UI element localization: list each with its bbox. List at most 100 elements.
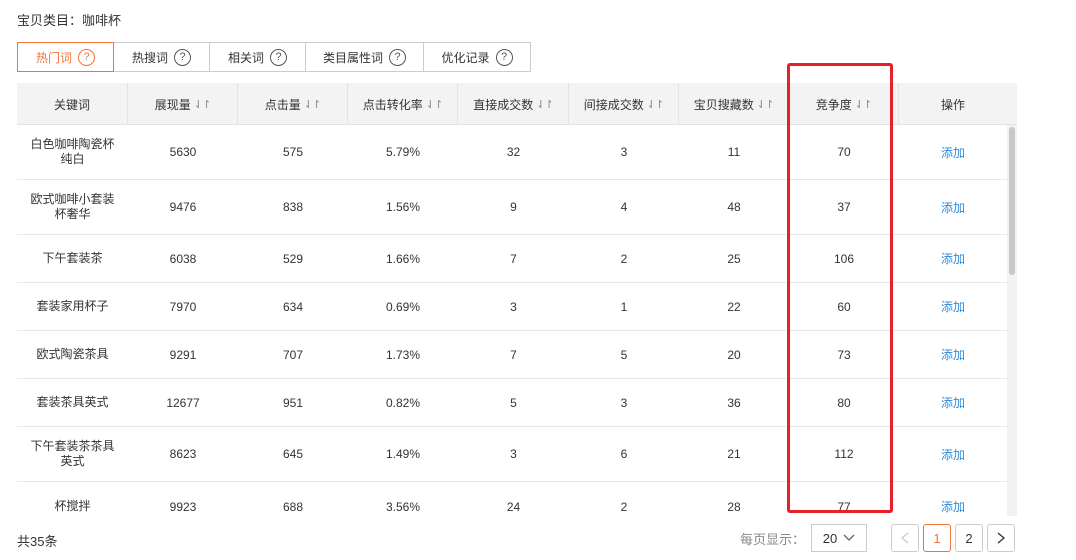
per-page-value: 20 — [822, 530, 838, 546]
column-header-label: 间接成交数 — [583, 97, 644, 112]
table-row: 下午套装茶 6038 529 1.66% 7 2 25 106 添加 — [17, 235, 1007, 283]
cell-keyword: 欧式陶瓷茶具 — [36, 347, 109, 361]
add-keyword-link[interactable]: 添加 — [941, 346, 965, 363]
add-keyword-link[interactable]: 添加 — [941, 199, 965, 216]
cell-direct-deals: 7 — [510, 251, 517, 266]
cell-clicks: 838 — [282, 200, 304, 214]
cell-direct-deals: 24 — [506, 499, 521, 514]
column-header-label: 直接成交数 — [473, 97, 534, 112]
add-keyword-link[interactable]: 添加 — [941, 446, 965, 463]
cell-direct-deals: 3 — [510, 447, 517, 461]
column-header-clicks[interactable]: 点击量 ⇃↾ — [238, 83, 348, 125]
cell-impressions: 9291 — [169, 347, 197, 362]
sort-icon[interactable]: ⇃↾ — [647, 98, 664, 111]
table-row: 套装家用杯子 7970 634 0.69% 3 1 22 60 添加 — [17, 283, 1007, 331]
cell-direct-deals: 5 — [510, 395, 517, 410]
cell-favorites: 21 — [727, 447, 741, 461]
tab-category-attribute-words[interactable]: 类目属性词 ? — [306, 42, 424, 72]
cell-action: 添加 — [899, 427, 1007, 481]
sort-icon[interactable]: ⇃↾ — [304, 98, 321, 111]
cell-competition: 70 — [837, 145, 851, 159]
column-header-keyword: 关键词 — [17, 83, 128, 125]
table-row: 欧式咖啡小套装杯奢华 9476 838 1.56% 9 4 48 37 添加 — [17, 180, 1007, 235]
add-keyword-link[interactable]: 添加 — [941, 298, 965, 315]
tab-bar: 热门词 ? 热搜词 ? 相关词 ? 类目属性词 ? 优化记录 ? — [17, 42, 531, 72]
help-icon[interactable]: ? — [389, 48, 406, 66]
cell-action: 添加 — [899, 331, 1007, 378]
tab-label: 热搜词 — [131, 50, 168, 65]
cell-favorites: 25 — [727, 251, 741, 266]
cell-ctr: 0.69% — [385, 299, 421, 314]
cell-keyword: 下午套装茶茶具英式 — [30, 439, 115, 468]
add-keyword-link[interactable]: 添加 — [941, 250, 965, 267]
add-keyword-link[interactable]: 添加 — [941, 394, 965, 411]
column-header-competition[interactable]: 竞争度 ⇃↾ — [789, 83, 899, 125]
cell-favorites: 22 — [727, 299, 741, 314]
sort-icon[interactable]: ⇃↾ — [757, 98, 774, 111]
vertical-scrollbar[interactable] — [1007, 125, 1017, 516]
tab-label: 相关词 — [227, 50, 264, 65]
help-icon[interactable]: ? — [270, 48, 287, 66]
cell-indirect-deals: 2 — [620, 499, 628, 514]
column-header-label: 宝贝搜藏数 — [693, 97, 754, 112]
cell-clicks: 688 — [282, 499, 304, 514]
tab-label: 类目属性词 — [322, 50, 383, 65]
add-keyword-link[interactable]: 添加 — [941, 144, 965, 161]
help-icon[interactable]: ? — [78, 48, 95, 66]
keyword-table: 关键词 展现量 ⇃↾ 点击量 ⇃↾ 点击转化率 ⇃↾ 直接成交数 ⇃↾ 间接成交数 ⇃↾ 宝贝搜藏数 ⇃… — [17, 83, 1017, 516]
tab-optimization-log[interactable]: 优化记录 ? — [424, 42, 531, 72]
cell-ctr: 1.66% — [385, 251, 421, 266]
per-page-select[interactable]: 20 — [811, 524, 868, 552]
cell-competition: 77 — [837, 499, 851, 514]
cell-impressions: 6038 — [169, 251, 197, 266]
cell-keyword: 下午套装茶 — [42, 251, 103, 265]
help-icon[interactable]: ? — [174, 48, 191, 66]
cell-direct-deals: 3 — [510, 299, 517, 314]
add-keyword-link[interactable]: 添加 — [941, 498, 965, 515]
cell-competition: 80 — [837, 395, 851, 410]
cell-clicks: 529 — [282, 251, 304, 266]
column-header-direct-deals[interactable]: 直接成交数 ⇃↾ — [458, 83, 569, 125]
column-header-favorites[interactable]: 宝贝搜藏数 ⇃↾ — [679, 83, 789, 125]
cell-keyword: 白色咖啡陶瓷杯纯白 — [30, 137, 115, 166]
column-header-impressions[interactable]: 展现量 ⇃↾ — [128, 83, 238, 125]
tab-hot-words[interactable]: 热门词 ? — [17, 42, 114, 72]
cell-favorites: 28 — [727, 499, 741, 514]
cell-competition: 112 — [834, 447, 854, 461]
total-count: 共35条 — [17, 534, 58, 549]
column-header-ctr[interactable]: 点击转化率 ⇃↾ — [348, 83, 458, 125]
cell-ctr: 0.82% — [385, 395, 421, 410]
next-page-button[interactable] — [987, 524, 1016, 552]
table-row: 下午套装茶茶具英式 8623 645 1.49% 3 6 21 112 添加 — [17, 427, 1007, 482]
cell-clicks: 707 — [282, 347, 304, 362]
cell-impressions: 9923 — [169, 499, 197, 514]
cell-keyword: 套装茶具英式 — [36, 395, 109, 409]
page-button-1[interactable]: 1 — [923, 524, 952, 552]
sort-icon[interactable]: ⇃↾ — [855, 98, 872, 111]
cell-direct-deals: 7 — [510, 347, 517, 362]
cell-action: 添加 — [899, 125, 1007, 179]
cell-competition: 37 — [837, 200, 851, 214]
scrollbar-thumb[interactable] — [1009, 127, 1015, 275]
cell-direct-deals: 32 — [506, 145, 521, 159]
column-header-label: 竞争度 — [815, 97, 852, 112]
sort-icon[interactable]: ⇃↾ — [426, 98, 443, 111]
cell-ctr: 5.79% — [385, 145, 421, 159]
cell-indirect-deals: 5 — [620, 347, 628, 362]
cell-favorites: 36 — [727, 395, 741, 410]
sort-icon[interactable]: ⇃↾ — [194, 98, 211, 111]
tab-hot-search[interactable]: 热搜词 ? — [114, 42, 210, 72]
page-button-2[interactable]: 2 — [955, 524, 984, 552]
cell-indirect-deals: 6 — [620, 447, 628, 461]
tab-related-words[interactable]: 相关词 ? — [210, 42, 306, 72]
column-header-label: 关键词 — [53, 97, 90, 112]
category-label: 宝贝类目：咖啡杯 — [17, 13, 122, 28]
help-icon[interactable]: ? — [495, 48, 513, 66]
cell-favorites: 11 — [727, 145, 741, 159]
prev-page-button[interactable] — [891, 524, 920, 552]
column-header-indirect-deals[interactable]: 间接成交数 ⇃↾ — [569, 83, 679, 125]
sort-icon[interactable]: ⇃↾ — [536, 98, 553, 111]
cell-clicks: 645 — [282, 447, 304, 461]
cell-competition: 60 — [837, 299, 851, 314]
per-page-label: 每页显示： — [740, 531, 806, 547]
